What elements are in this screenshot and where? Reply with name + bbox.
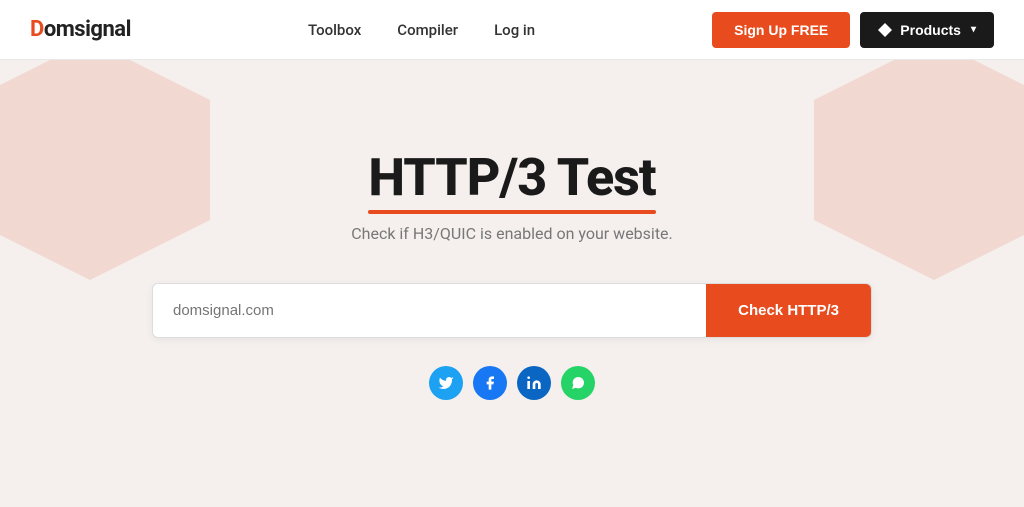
- twitter-icon: [438, 375, 454, 391]
- nav-links: Toolbox Compiler Log in: [308, 20, 535, 39]
- products-button[interactable]: Products ▾: [860, 12, 994, 48]
- products-label: Products: [900, 22, 961, 38]
- navbar: Domsignal Toolbox Compiler Log in Sign U…: [0, 0, 1024, 60]
- social-row: [429, 366, 595, 400]
- signup-button[interactable]: Sign Up FREE: [712, 12, 850, 48]
- logo-rest: omsignal: [44, 17, 131, 42]
- logo[interactable]: Domsignal: [30, 17, 131, 42]
- hex-right-decoration: [814, 60, 1024, 280]
- url-input-row: Check HTTP/3: [152, 283, 872, 338]
- title-part2: Test: [557, 147, 656, 208]
- social-twitter-button[interactable]: [429, 366, 463, 400]
- social-whatsapp-button[interactable]: [561, 366, 595, 400]
- nav-link-toolbox[interactable]: Toolbox: [308, 21, 361, 39]
- hex-shape-right: [814, 60, 1024, 280]
- hex-left-decoration: [0, 60, 210, 280]
- hero-title-underlined: HTTP/3 Test: [368, 147, 655, 208]
- nav-item-compiler[interactable]: Compiler: [397, 20, 458, 39]
- url-input[interactable]: [153, 284, 706, 337]
- social-linkedin-button[interactable]: [517, 366, 551, 400]
- linkedin-icon: [526, 375, 542, 391]
- check-button[interactable]: Check HTTP/3: [706, 284, 871, 337]
- hex-shape-left: [0, 60, 210, 280]
- diamond-icon: [878, 23, 892, 37]
- whatsapp-icon: [570, 375, 586, 391]
- hero-section: HTTP/3 Test Check if H3/QUIC is enabled …: [0, 60, 1024, 507]
- logo-d: D: [30, 17, 44, 42]
- social-facebook-button[interactable]: [473, 366, 507, 400]
- hero-title: HTTP/3 Test: [368, 147, 655, 208]
- nav-link-compiler[interactable]: Compiler: [397, 21, 458, 39]
- nav-item-login[interactable]: Log in: [494, 20, 535, 39]
- hero-subtitle: Check if H3/QUIC is enabled on your webs…: [351, 224, 673, 243]
- nav-actions: Sign Up FREE Products ▾: [712, 12, 994, 48]
- nav-item-toolbox[interactable]: Toolbox: [308, 20, 361, 39]
- title-part1: HTTP/3: [368, 147, 546, 208]
- chevron-down-icon: ▾: [971, 24, 976, 35]
- facebook-icon: [482, 375, 498, 391]
- nav-link-login[interactable]: Log in: [494, 21, 535, 39]
